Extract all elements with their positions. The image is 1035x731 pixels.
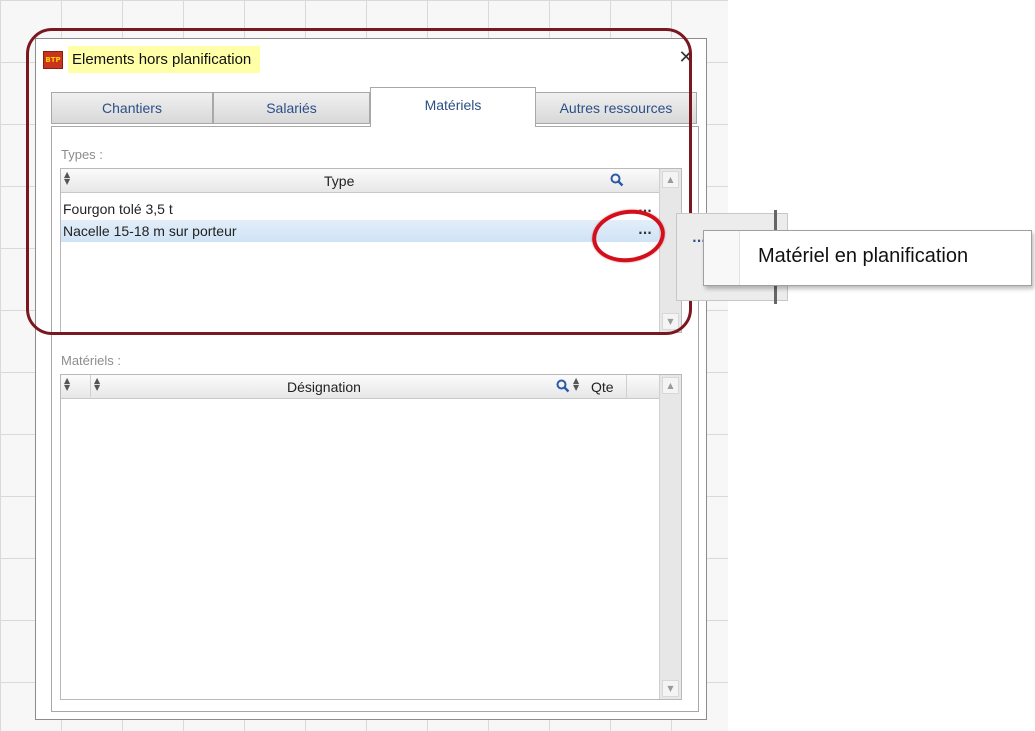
types-grid: ▲ ▼ Type Fourgon tolé 3,5 t ... Nacelle 1… — [60, 168, 682, 333]
chevron-down-icon[interactable]: ▼ — [662, 313, 679, 330]
title-bar: BTP Elements hors planification ✕ — [36, 39, 706, 79]
tab-autres-ressources[interactable]: Autres ressources — [535, 92, 697, 124]
materiels-scrollbar[interactable]: ▲ ▼ — [659, 375, 681, 699]
tab-chantiers[interactable]: Chantiers — [51, 92, 213, 124]
window-title: Elements hors planification — [68, 46, 261, 73]
column-header-type[interactable]: Type — [324, 173, 354, 189]
menu-gutter — [704, 231, 740, 285]
column-divider — [626, 375, 627, 399]
type-label: Fourgon tolé 3,5 t — [63, 201, 173, 217]
materiels-section-label: Matériels : — [61, 353, 121, 368]
sort-arrows-icon[interactable]: ▲ ▼ — [90, 375, 100, 397]
app-logo-icon: BTP — [43, 51, 63, 69]
sort-arrows-icon[interactable]: ▲ ▼ — [64, 171, 70, 186]
magnifier-icon[interactable] — [610, 173, 624, 187]
materiels-grid-header: ▲ ▼ ▲ ▼ Désignation ▲ ▼ Qte — [61, 375, 661, 399]
list-item[interactable]: Fourgon tolé 3,5 t ... — [61, 198, 661, 220]
list-item-selected[interactable]: Nacelle 15-18 m sur porteur ... — [61, 220, 661, 242]
column-header-qte[interactable]: Qte — [591, 379, 614, 395]
chevron-down-icon[interactable]: ▼ — [662, 680, 679, 697]
tab-panel-materiels: Types : ▲ ▼ Type Fourgon tolé 3,5 t ... N… — [51, 126, 699, 712]
types-grid-header: ▲ ▼ Type — [61, 169, 661, 193]
magnifier-icon[interactable] — [556, 379, 570, 393]
types-section-label: Types : — [61, 147, 103, 162]
sort-arrows-icon[interactable]: ▲ ▼ — [64, 377, 70, 392]
chevron-up-icon[interactable]: ▲ — [662, 171, 679, 188]
column-header-designation[interactable]: Désignation — [287, 379, 361, 395]
type-label: Nacelle 15-18 m sur porteur — [63, 223, 237, 239]
menu-item-materiel-en-planification[interactable]: Matériel en planification — [758, 245, 968, 268]
tab-materiels[interactable]: Matériels — [370, 87, 536, 127]
chevron-up-icon[interactable]: ▲ — [662, 377, 679, 394]
dialog-window: BTP Elements hors planification ✕ Chanti… — [35, 38, 707, 720]
context-menu: Matériel en planification — [703, 230, 1032, 286]
ellipsis-button[interactable]: ... — [629, 223, 661, 240]
ellipsis-button[interactable]: ... — [629, 201, 661, 218]
tab-salaries[interactable]: Salariés — [213, 92, 370, 124]
tab-bar: Chantiers Salariés Autres ressources Mat… — [51, 87, 711, 127]
close-icon[interactable]: ✕ — [676, 48, 696, 68]
sort-arrows-icon[interactable]: ▲ ▼ — [573, 377, 579, 392]
materiels-grid: ▲ ▼ ▲ ▼ Désignation ▲ ▼ Qte ▲ ▼ — [60, 374, 682, 700]
